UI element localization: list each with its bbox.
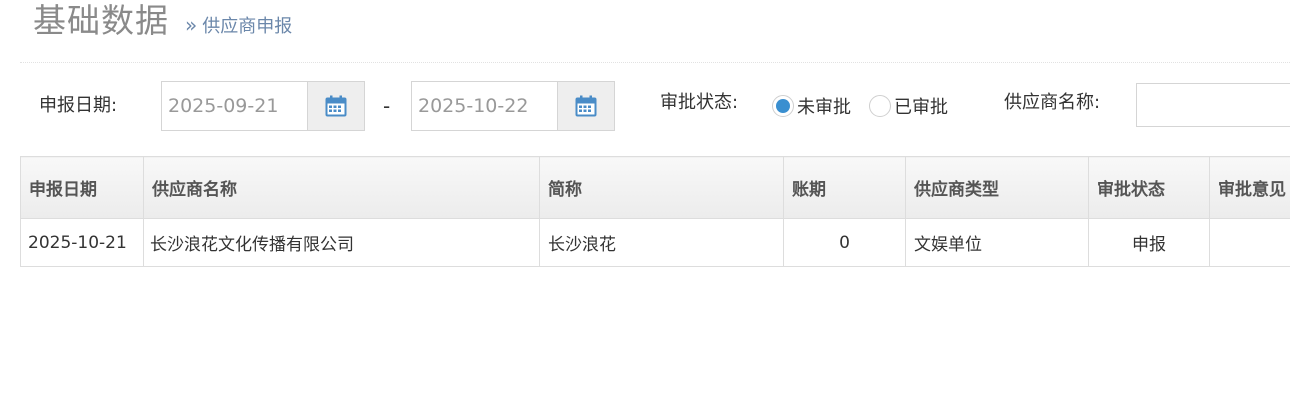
calendar-icon bbox=[575, 95, 597, 117]
date-to-calendar-button[interactable] bbox=[557, 82, 614, 130]
column-header[interactable]: 账期 bbox=[783, 156, 906, 219]
date-from-calendar-button[interactable] bbox=[307, 82, 364, 130]
cell-approval-comment bbox=[1209, 218, 1290, 267]
radio-button[interactable] bbox=[869, 95, 891, 117]
page-header: 基础数据 » 供应商申报 bbox=[33, 0, 292, 42]
page: 基础数据 »供应商申报 申报日期: - bbox=[0, 0, 1290, 418]
date-to-input[interactable] bbox=[412, 82, 557, 130]
header-divider bbox=[20, 62, 1290, 63]
date-from-input[interactable] bbox=[162, 82, 307, 130]
calendar-icon bbox=[325, 95, 347, 117]
table-row[interactable]: 2025-10-21 长沙浪花文化传播有限公司 长沙浪花 0 文娱单位 申报 bbox=[20, 218, 1290, 267]
status-radio-approved[interactable]: 已审批 bbox=[869, 80, 948, 132]
date-filter-label: 申报日期: bbox=[39, 95, 118, 116]
date-from-group bbox=[161, 81, 365, 131]
status-radio-unapproved[interactable]: 未审批 bbox=[772, 80, 851, 132]
column-header[interactable]: 供应商名称 bbox=[143, 156, 540, 219]
column-header[interactable]: 申报日期 bbox=[20, 156, 144, 219]
filter-bar: 申报日期: - bbox=[0, 80, 1290, 132]
supplier-name-input[interactable] bbox=[1136, 83, 1290, 127]
radio-selected-dot bbox=[776, 99, 790, 113]
breadcrumb-current: 供应商申报 bbox=[202, 16, 293, 37]
cell-short-name: 长沙浪花 bbox=[539, 218, 784, 267]
status-filter-label: 审批状态: bbox=[660, 92, 739, 113]
supplier-filter-label: 供应商名称: bbox=[1004, 92, 1101, 113]
date-range-separator: - bbox=[383, 94, 391, 118]
status-option-label: 未审批 bbox=[797, 97, 851, 118]
breadcrumb-separator: » bbox=[185, 13, 198, 37]
column-header[interactable]: 审批状态 bbox=[1088, 156, 1210, 219]
breadcrumb: » 供应商申报 bbox=[185, 12, 292, 38]
column-header[interactable]: 简称 bbox=[539, 156, 784, 219]
radio-button[interactable] bbox=[772, 95, 794, 117]
status-option-label: 已审批 bbox=[894, 97, 948, 118]
date-to-group bbox=[411, 81, 615, 131]
supplier-table: 申报日期 供应商名称 简称 账期 供应商类型 审批状态 审批意见 2025-10… bbox=[20, 156, 1290, 267]
column-header[interactable]: 审批意见 bbox=[1209, 156, 1290, 219]
cell-payment-term: 0 bbox=[783, 218, 906, 267]
cell-approval-status: 申报 bbox=[1088, 218, 1210, 267]
cell-supplier-name: 长沙浪花文化传播有限公司 bbox=[143, 218, 540, 267]
page-title: 基础数据 bbox=[33, 1, 169, 40]
cell-report-date: 2025-10-21 bbox=[20, 218, 144, 267]
column-header[interactable]: 供应商类型 bbox=[905, 156, 1089, 219]
cell-supplier-type: 文娱单位 bbox=[905, 218, 1089, 267]
table-header-row: 申报日期 供应商名称 简称 账期 供应商类型 审批状态 审批意见 bbox=[20, 156, 1290, 219]
